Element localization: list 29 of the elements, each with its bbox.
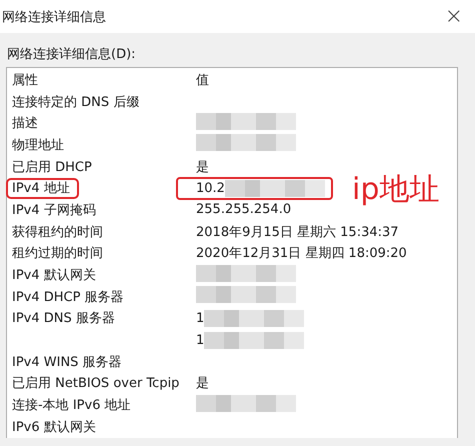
property-name: 已启用 DHCP [12, 160, 92, 175]
property-value: 1 [196, 310, 204, 326]
property-name: 连接-本地 IPv6 地址 [12, 398, 131, 414]
property-name: 连接特定的 DNS 后缀 [12, 94, 140, 110]
property-name: 已启用 NetBIOS over Tcpip [12, 376, 180, 392]
property-value: 255.255.254.0 [196, 202, 292, 218]
property-name: 获得租约的时间 [12, 224, 103, 240]
property-value: 是 [196, 158, 209, 176]
property-name: IPv4 默认网关 [12, 268, 96, 284]
property-value: 10.2 [196, 180, 225, 196]
property-value: 2018年9月15日 星期六 15:34:37 [196, 224, 399, 241]
annotation-text: ip地址 [352, 175, 440, 206]
property-name: 描述 [12, 116, 38, 132]
property-name: IPv4 子网掩码 [12, 202, 96, 218]
property-name: IPv6 默认网关 [12, 420, 96, 435]
close-button[interactable]: × [432, 4, 475, 29]
property-name: 物理地址 [12, 138, 64, 153]
property-name: 租约过期的时间 [12, 246, 103, 262]
column-header[interactable]: 值 [190, 70, 457, 89]
property-name: IPv4 DNS 服务器 [12, 311, 115, 326]
property-value: 2020年12月31日 星期四 18:09:20 [196, 245, 407, 262]
property-name: IPv4 WINS 服务器 [12, 354, 122, 370]
property-value: 1 [196, 332, 204, 348]
window-title: 网络连接详细信息 [2, 8, 106, 26]
property-value: 是 [196, 375, 209, 392]
column-header[interactable]: 属性 [7, 70, 190, 89]
property-name: IPv4 DHCP 服务器 [12, 290, 124, 305]
list-label: 网络连接详细信息(D): [6, 46, 137, 63]
property-name: IPv4 地址 [9, 181, 76, 196]
